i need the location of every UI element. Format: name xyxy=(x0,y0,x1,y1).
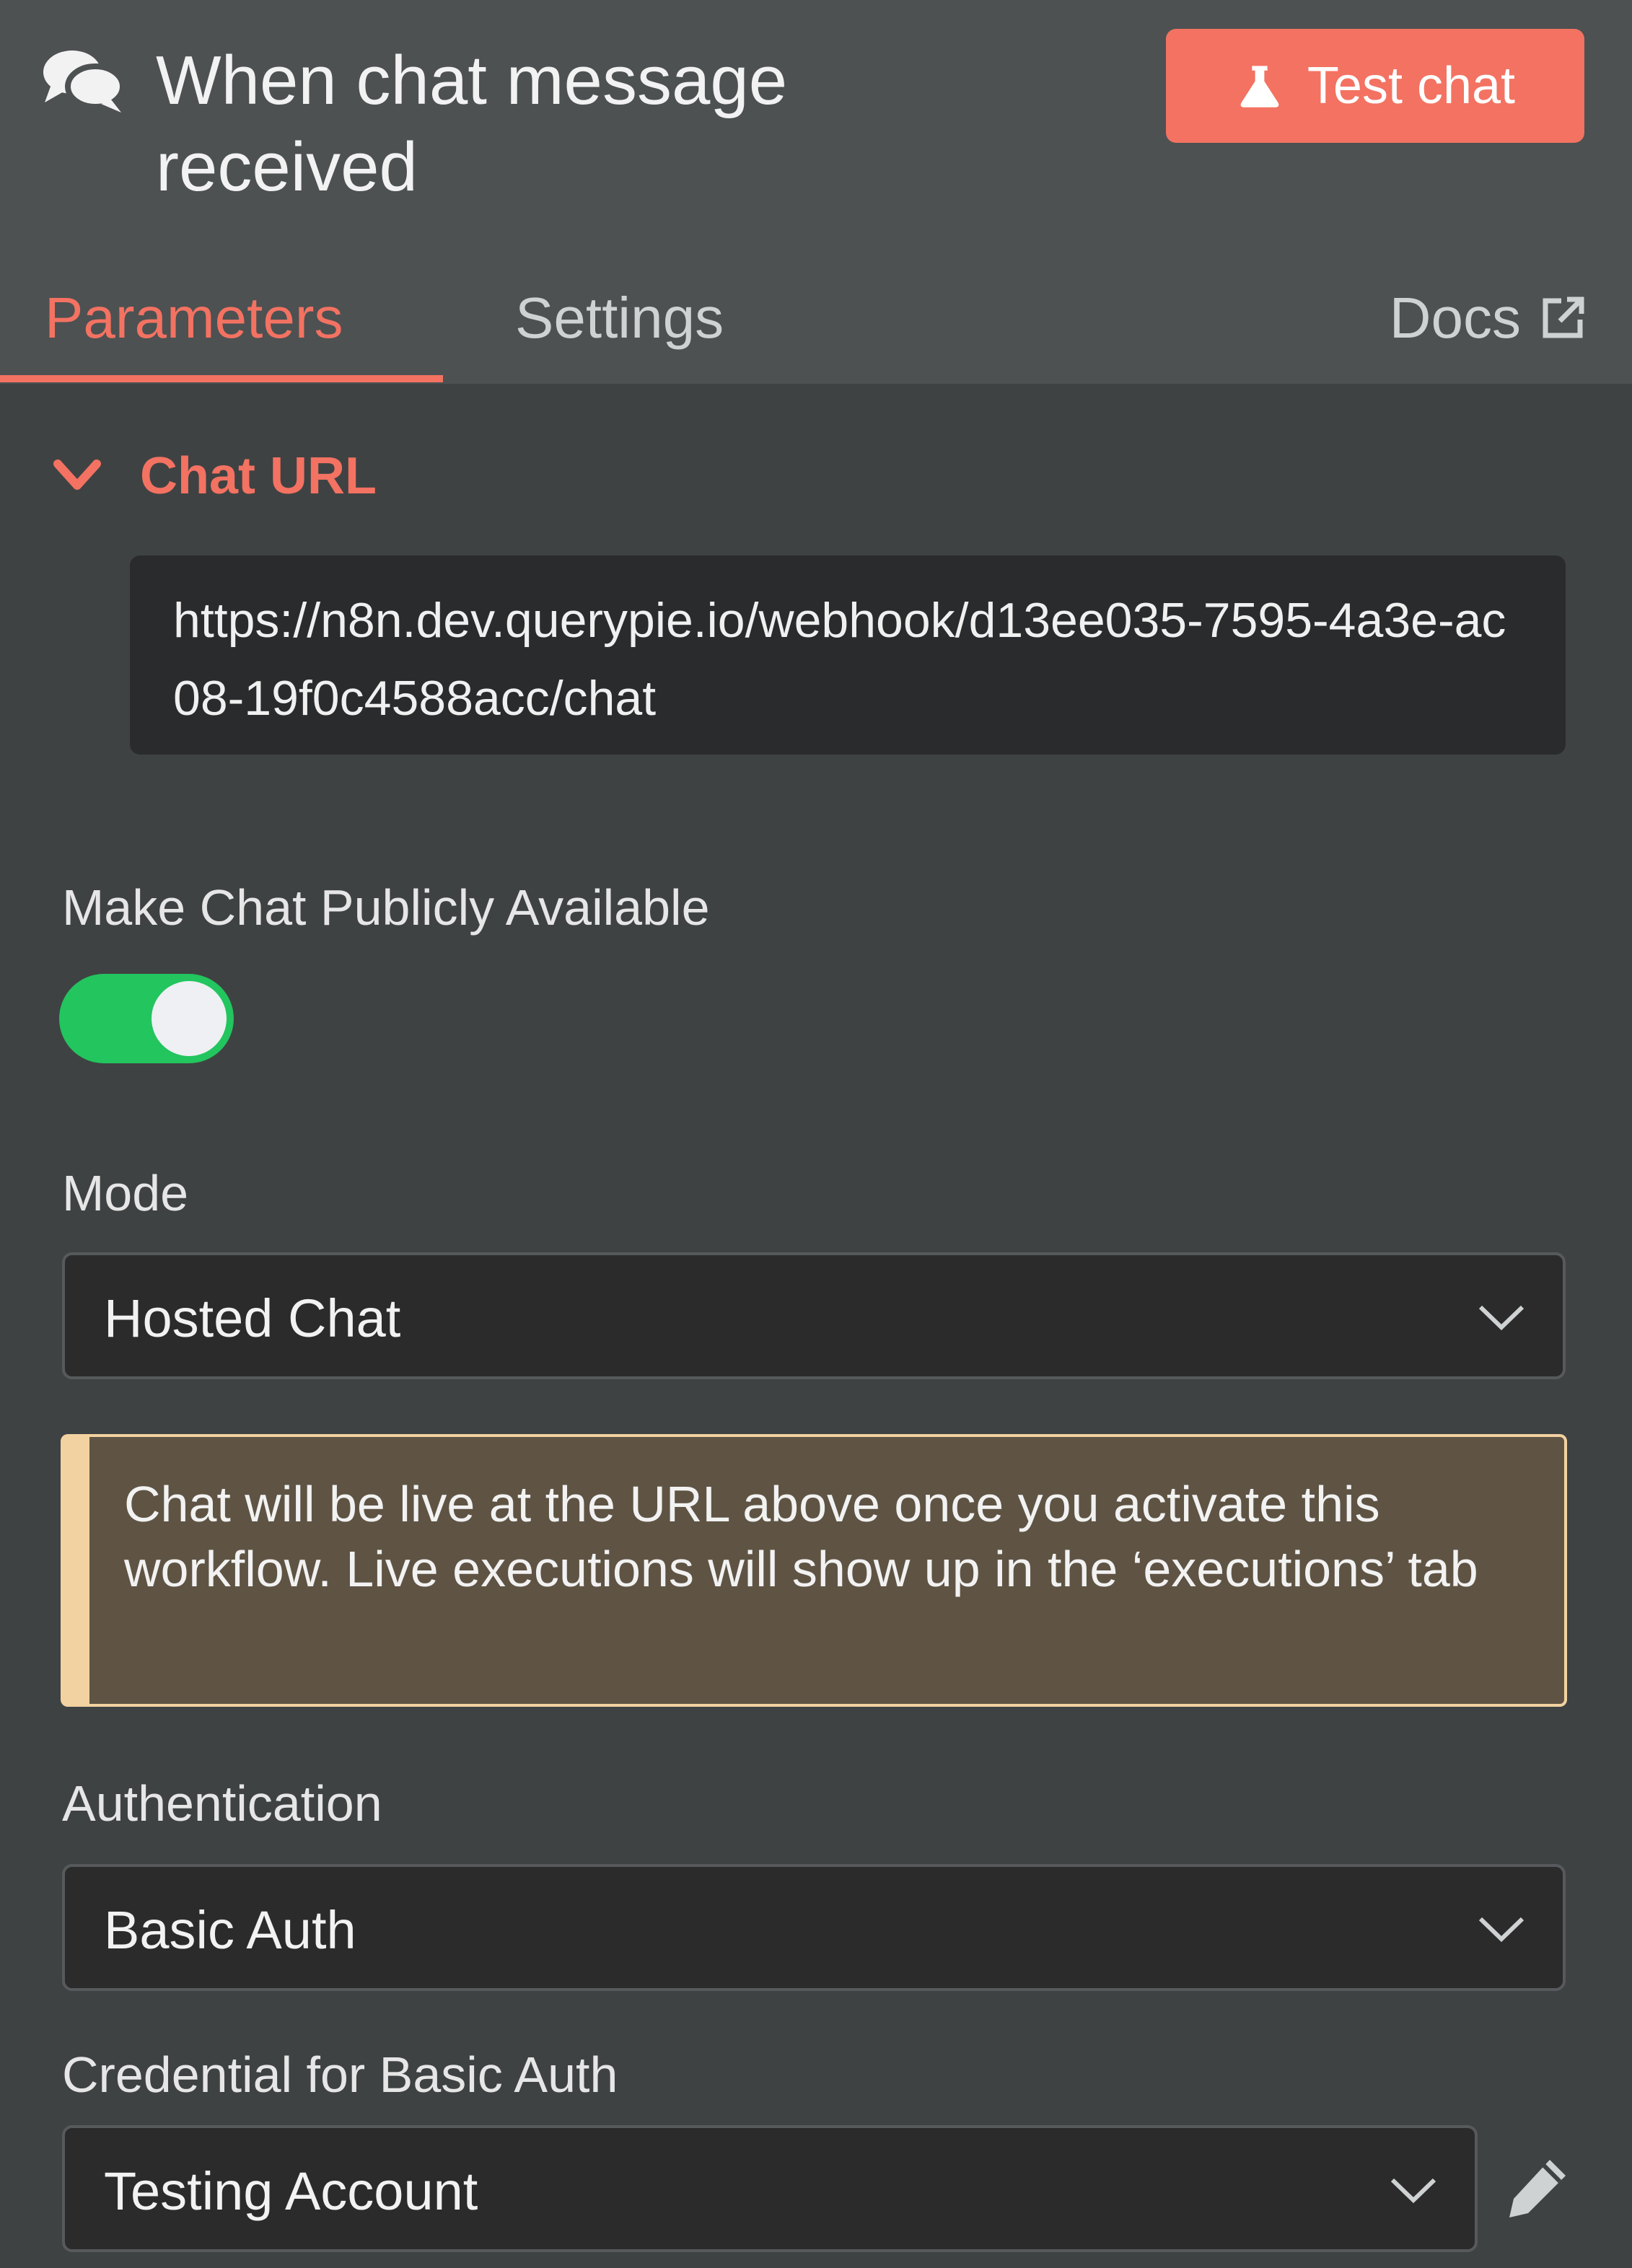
authentication-select-value: Basic Auth xyxy=(104,1900,356,1960)
credential-select[interactable]: Testing Account xyxy=(62,2125,1478,2252)
tab-docs[interactable]: Docs xyxy=(1390,278,1586,358)
docs-label: Docs xyxy=(1389,286,1521,350)
chevron-down-icon xyxy=(1390,2178,1436,2204)
tab-parameters[interactable]: Parameters xyxy=(45,278,343,358)
tab-settings[interactable]: Settings xyxy=(515,278,724,358)
chevron-down-icon xyxy=(1478,1917,1524,1943)
active-tab-indicator xyxy=(0,375,443,382)
node-header: When chat message received Test chat Par… xyxy=(0,0,1632,384)
pencil-icon[interactable] xyxy=(1505,2155,1570,2220)
chat-bubbles-icon xyxy=(43,50,126,113)
chevron-down-icon xyxy=(1478,1305,1524,1331)
test-chat-label: Test chat xyxy=(1307,57,1516,115)
authentication-label: Authentication xyxy=(62,1775,382,1832)
public-toggle-label: Make Chat Publicly Available xyxy=(62,879,710,936)
tab-bar: Parameters Settings Docs xyxy=(0,260,1632,384)
public-availability-toggle[interactable] xyxy=(59,974,234,1063)
credential-label: Credential for Basic Auth xyxy=(62,2047,618,2103)
activation-notice: Chat will be live at the URL above once … xyxy=(61,1434,1567,1707)
chat-url-section-toggle[interactable]: Chat URL xyxy=(53,440,377,512)
node-title: When chat message received xyxy=(156,42,788,206)
external-link-icon xyxy=(1543,296,1584,338)
test-chat-button[interactable]: Test chat xyxy=(1166,29,1584,143)
mode-label: Mode xyxy=(62,1165,189,1221)
mode-select-value: Hosted Chat xyxy=(104,1288,401,1348)
mode-select[interactable]: Hosted Chat xyxy=(62,1252,1566,1379)
chat-url-value[interactable]: https://n8n.dev.querypie.io/webhook/d13e… xyxy=(130,555,1566,755)
flask-icon xyxy=(1240,66,1279,107)
authentication-select[interactable]: Basic Auth xyxy=(62,1864,1566,1991)
toggle-knob xyxy=(152,981,227,1056)
chevron-down-icon xyxy=(53,460,101,490)
chat-url-title: Chat URL xyxy=(140,447,377,505)
credential-select-value: Testing Account xyxy=(104,2161,478,2221)
